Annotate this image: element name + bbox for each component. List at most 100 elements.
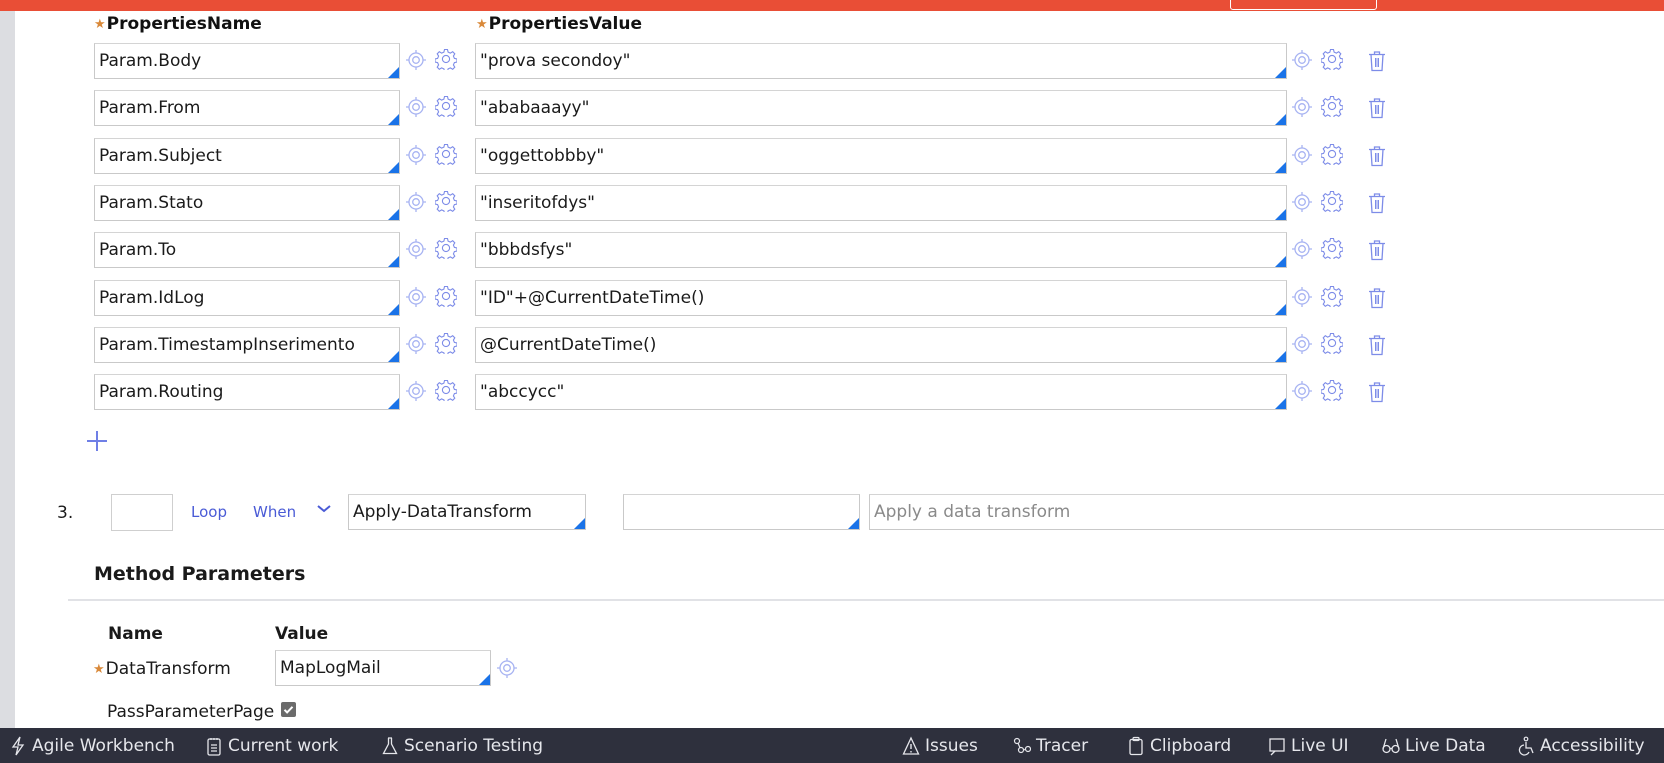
value-open-button[interactable] bbox=[1291, 380, 1313, 402]
add-row-button[interactable] bbox=[85, 429, 109, 453]
datatransform-input[interactable]: MapLogMail bbox=[275, 650, 491, 686]
value-expression-builder-button[interactable] bbox=[1321, 285, 1343, 307]
property-name-input[interactable]: Param.Subject bbox=[94, 138, 400, 174]
name-expression-builder-button[interactable] bbox=[435, 332, 457, 354]
footer-live-ui[interactable]: Live UI bbox=[1268, 728, 1349, 763]
footer-live-data[interactable]: Live Data bbox=[1382, 728, 1486, 763]
delete-row-button[interactable] bbox=[1366, 287, 1388, 309]
value-open-button[interactable] bbox=[1291, 286, 1313, 308]
name-open-button[interactable] bbox=[405, 96, 427, 118]
delete-row-button[interactable] bbox=[1366, 192, 1388, 214]
properties-name-header: ★PropertiesName bbox=[94, 14, 262, 34]
property-name-input[interactable]: Param.Body bbox=[94, 43, 400, 79]
name-open-button[interactable] bbox=[405, 191, 427, 213]
property-value-input[interactable]: "ababaaayy" bbox=[475, 90, 1287, 126]
value-expression-builder-button[interactable] bbox=[1321, 95, 1343, 117]
delete-row-button[interactable] bbox=[1366, 381, 1388, 403]
name-open-button[interactable] bbox=[405, 238, 427, 260]
property-value-input[interactable]: "bbbdsfys" bbox=[475, 232, 1287, 268]
property-value-input[interactable]: @CurrentDateTime() bbox=[475, 327, 1287, 363]
passparameterpage-checkbox[interactable] bbox=[281, 702, 296, 717]
value-open-button[interactable] bbox=[1291, 144, 1313, 166]
name-expression-builder-button[interactable] bbox=[435, 190, 457, 212]
param-name-header: Name bbox=[108, 624, 163, 644]
delete-row-button[interactable] bbox=[1366, 97, 1388, 119]
value-expression-builder-button[interactable] bbox=[1321, 237, 1343, 259]
crosshair-icon bbox=[1292, 334, 1312, 354]
param-value-header: Value bbox=[275, 624, 329, 644]
name-open-button[interactable] bbox=[405, 380, 427, 402]
gear-icon bbox=[1321, 285, 1343, 307]
autocomplete-corner-icon bbox=[1275, 67, 1286, 78]
autocomplete-corner-icon bbox=[1275, 209, 1286, 220]
property-name-input[interactable]: Param.IdLog bbox=[94, 280, 400, 316]
name-open-button[interactable] bbox=[405, 286, 427, 308]
autocomplete-corner-icon bbox=[1275, 398, 1286, 409]
name-expression-builder-button[interactable] bbox=[435, 95, 457, 117]
value-expression-builder-button[interactable] bbox=[1321, 48, 1343, 70]
delete-row-button[interactable] bbox=[1366, 50, 1388, 72]
property-value-input[interactable]: "prova secondoy" bbox=[475, 43, 1287, 79]
crosshair-icon bbox=[406, 334, 426, 354]
trash-icon bbox=[1369, 382, 1385, 403]
step-label-input[interactable] bbox=[111, 494, 173, 531]
value-open-button[interactable] bbox=[1291, 333, 1313, 355]
crosshair-icon bbox=[406, 145, 426, 165]
datatransform-open-button[interactable] bbox=[496, 657, 518, 679]
value-open-button[interactable] bbox=[1291, 49, 1313, 71]
loop-link[interactable]: Loop bbox=[191, 503, 227, 521]
property-value-input[interactable]: "ID"+@CurrentDateTime() bbox=[475, 280, 1287, 316]
delete-row-button[interactable] bbox=[1366, 145, 1388, 167]
delete-row-button[interactable] bbox=[1366, 334, 1388, 356]
footer-agile-workbench[interactable]: Agile Workbench bbox=[9, 728, 175, 763]
value-expression-builder-button[interactable] bbox=[1321, 379, 1343, 401]
trash-icon bbox=[1369, 288, 1385, 309]
autocomplete-corner-icon bbox=[1275, 162, 1286, 173]
property-value-input[interactable]: "inseritofdys" bbox=[475, 185, 1287, 221]
name-expression-builder-button[interactable] bbox=[435, 379, 457, 401]
crosshair-icon bbox=[406, 192, 426, 212]
method-input[interactable]: Apply-DataTransform bbox=[348, 494, 586, 530]
value-open-button[interactable] bbox=[1291, 191, 1313, 213]
gear-icon bbox=[1321, 95, 1343, 117]
value-expression-builder-button[interactable] bbox=[1321, 190, 1343, 212]
header-button[interactable] bbox=[1230, 0, 1377, 10]
name-open-button[interactable] bbox=[405, 144, 427, 166]
expand-chevron-button[interactable] bbox=[316, 500, 332, 513]
footer-accessibility[interactable]: Accessibility bbox=[1517, 728, 1645, 763]
property-name-input[interactable]: Param.From bbox=[94, 90, 400, 126]
footer-clipboard[interactable]: Clipboard bbox=[1127, 728, 1231, 763]
name-expression-builder-button[interactable] bbox=[435, 48, 457, 70]
property-name-input[interactable]: Param.Routing bbox=[94, 374, 400, 410]
property-value-input[interactable]: "oggettobbby" bbox=[475, 138, 1287, 174]
name-expression-builder-button[interactable] bbox=[435, 285, 457, 307]
footer-issues[interactable]: Issues bbox=[902, 728, 978, 763]
delete-row-button[interactable] bbox=[1366, 239, 1388, 261]
step-page-input[interactable] bbox=[623, 494, 860, 530]
header-bar bbox=[0, 0, 1664, 11]
clipboard-icon bbox=[1129, 736, 1143, 755]
gear-icon bbox=[435, 95, 457, 117]
name-open-button[interactable] bbox=[405, 333, 427, 355]
trash-icon bbox=[1369, 335, 1385, 356]
footer-scenario-testing[interactable]: Scenario Testing bbox=[381, 728, 543, 763]
plus-icon bbox=[87, 431, 107, 451]
property-name-input[interactable]: Param.To bbox=[94, 232, 400, 268]
property-name-input[interactable]: Param.TimestampInserimento bbox=[94, 327, 400, 363]
name-expression-builder-button[interactable] bbox=[435, 143, 457, 165]
trash-icon bbox=[1369, 146, 1385, 167]
property-name-input[interactable]: Param.Stato bbox=[94, 185, 400, 221]
name-expression-builder-button[interactable] bbox=[435, 237, 457, 259]
footer-tracer[interactable]: Tracer bbox=[1013, 728, 1088, 763]
when-link[interactable]: When bbox=[253, 503, 296, 521]
footer-current-work[interactable]: Current work bbox=[205, 728, 338, 763]
value-open-button[interactable] bbox=[1291, 238, 1313, 260]
value-expression-builder-button[interactable] bbox=[1321, 332, 1343, 354]
property-value-input[interactable]: "abccycc" bbox=[475, 374, 1287, 410]
crosshair-icon bbox=[1292, 145, 1312, 165]
step-description-input[interactable]: Apply a data transform bbox=[869, 494, 1664, 530]
name-open-button[interactable] bbox=[405, 49, 427, 71]
value-expression-builder-button[interactable] bbox=[1321, 143, 1343, 165]
autocomplete-corner-icon bbox=[388, 256, 399, 267]
value-open-button[interactable] bbox=[1291, 96, 1313, 118]
